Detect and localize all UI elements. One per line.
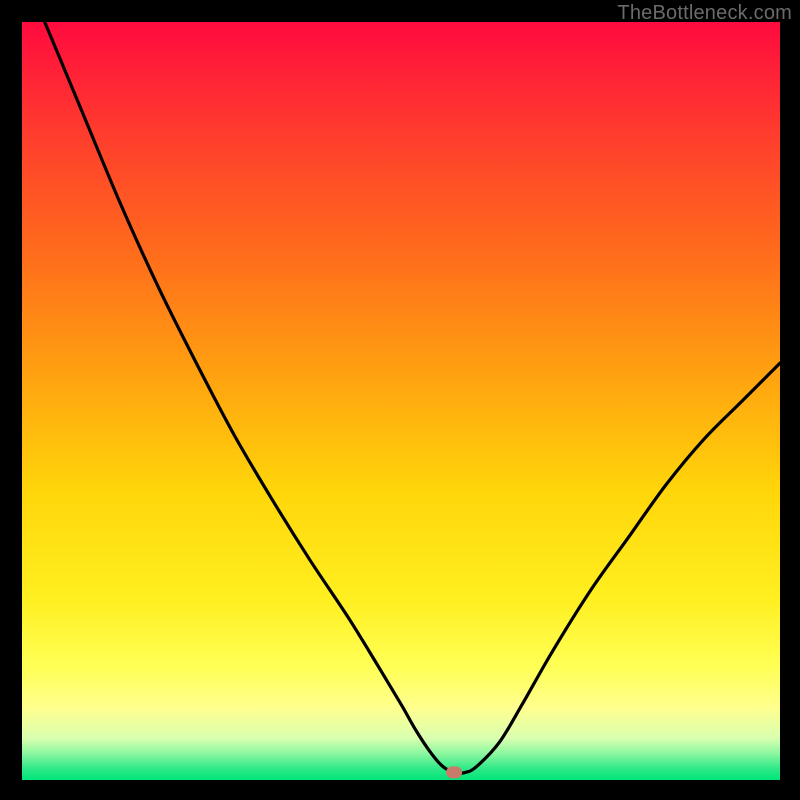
optimal-point-marker <box>446 766 462 778</box>
chart-frame: TheBottleneck.com <box>0 0 800 800</box>
bottleneck-chart <box>22 22 780 780</box>
plot-area <box>22 22 780 780</box>
